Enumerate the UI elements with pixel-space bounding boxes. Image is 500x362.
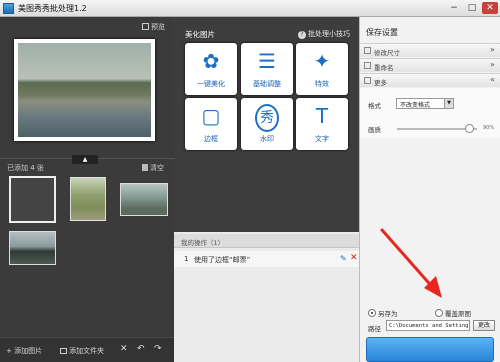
save-as-option[interactable]: 另存为 bbox=[368, 308, 398, 318]
quality-label: 画质 bbox=[368, 126, 381, 134]
minimize-button[interactable]: − bbox=[446, 2, 462, 14]
magic-wand-icon: ✦ bbox=[313, 49, 331, 73]
added-count-label: 已添加 4 张 bbox=[7, 164, 44, 172]
quality-value: 90% bbox=[483, 125, 495, 131]
radio-unselected[interactable] bbox=[435, 309, 443, 317]
rotate-left-button[interactable]: ↶ bbox=[137, 344, 145, 354]
preview-image-frame bbox=[14, 39, 155, 141]
close-button[interactable]: ✕ bbox=[482, 2, 498, 14]
operation-number: 1 bbox=[184, 255, 189, 263]
resize-icon bbox=[364, 47, 371, 54]
edit-icon[interactable]: ✎ bbox=[340, 254, 347, 263]
preview-label: 预览 bbox=[151, 23, 165, 31]
add-folder-label: 添加文件夹 bbox=[69, 347, 104, 355]
format-value: 不改变格式 bbox=[400, 102, 431, 109]
folder-icon bbox=[60, 348, 67, 354]
app-logo-icon bbox=[3, 3, 14, 14]
one-click-beautify-button[interactable]: ✿ 一键美化 bbox=[185, 43, 237, 95]
thumbnail[interactable] bbox=[9, 231, 56, 265]
rotate-right-button[interactable]: ↷ bbox=[154, 344, 162, 354]
save-settings-title: 保存设置 bbox=[366, 28, 398, 37]
beautify-title: 美化图片 bbox=[185, 30, 215, 39]
watermark-button[interactable]: 秀 水印 bbox=[241, 98, 293, 150]
tips-label: 批处理小技巧 bbox=[308, 30, 350, 38]
image-list-panel: 预览 ▲ 已添加 4 张 清空 + 添加图片 添加文件夹 ✕ ↶ ↷ bbox=[0, 17, 174, 362]
plus-icon: + bbox=[6, 347, 15, 355]
format-select[interactable]: 不改变格式 ▼ bbox=[396, 98, 454, 109]
tile-label: 特效 bbox=[315, 80, 329, 88]
more-options: 格式 不改变格式 ▼ 画质 90% bbox=[360, 88, 500, 138]
delete-icon[interactable]: ✕ bbox=[350, 253, 358, 263]
tips-link[interactable]: ? 批处理小技巧 bbox=[298, 29, 350, 39]
text-button[interactable]: T 文字 bbox=[296, 98, 348, 150]
text-icon: T bbox=[315, 104, 329, 128]
beautify-tools: 美化图片 ? 批处理小技巧 ✿ 一键美化 ☰ 基础调整 ✦ 特效 ▢ 边框 秀 水… bbox=[174, 17, 359, 232]
section-label: 修改尺寸 bbox=[374, 49, 400, 57]
chevron-icon: » bbox=[490, 45, 495, 54]
title-bar: 美图秀秀批处理1.2 − □ ✕ bbox=[0, 0, 500, 17]
clear-label: 清空 bbox=[150, 164, 164, 172]
thumbnail[interactable] bbox=[70, 177, 106, 221]
path-label: 路径 bbox=[368, 325, 381, 333]
add-folder-button[interactable]: 添加文件夹 bbox=[60, 346, 104, 356]
more-icon bbox=[364, 77, 371, 84]
rename-icon bbox=[364, 62, 371, 69]
operations-header: 我的操作（1） bbox=[174, 234, 359, 248]
collapse-preview-button[interactable]: ▲ bbox=[72, 155, 98, 164]
tile-label: 文字 bbox=[315, 135, 329, 143]
chevron-icon: » bbox=[490, 60, 495, 69]
save-settings-panel: 保存设置 修改尺寸 » 重命名 » 更多 « 格式 不改变格式 ▼ 画质 90%… bbox=[359, 17, 500, 362]
thumbnail[interactable] bbox=[120, 183, 168, 216]
change-path-button[interactable]: 更改 bbox=[473, 320, 495, 331]
more-section[interactable]: 更多 « bbox=[360, 73, 500, 87]
left-footer-toolbar: + 添加图片 添加文件夹 ✕ ↶ ↷ bbox=[0, 337, 174, 362]
save-as-label: 另存为 bbox=[378, 310, 398, 318]
window-title: 美图秀秀批处理1.2 bbox=[18, 4, 87, 13]
trash-icon bbox=[142, 164, 148, 171]
delete-image-button[interactable]: ✕ bbox=[120, 344, 128, 354]
flower-icon: ✿ bbox=[202, 49, 220, 73]
frame-icon: ▢ bbox=[201, 104, 221, 128]
overwrite-label: 覆盖原图 bbox=[445, 310, 471, 318]
beautify-panel: 美化图片 ? 批处理小技巧 ✿ 一键美化 ☰ 基础调整 ✦ 特效 ▢ 边框 秀 水… bbox=[174, 17, 359, 362]
chevron-icon: « bbox=[490, 75, 495, 84]
quality-slider-handle[interactable] bbox=[464, 124, 474, 133]
effects-button[interactable]: ✦ 特效 bbox=[296, 43, 348, 95]
tile-label: 一键美化 bbox=[197, 80, 225, 88]
clear-button[interactable]: 清空 bbox=[142, 163, 164, 173]
tile-label: 边框 bbox=[204, 135, 218, 143]
preview-icon bbox=[142, 23, 149, 30]
path-input[interactable]: C:\Documents and Settings\ bbox=[386, 320, 470, 331]
resize-section[interactable]: 修改尺寸 » bbox=[360, 43, 500, 57]
watermark-icon: 秀 bbox=[255, 104, 279, 132]
sliders-icon: ☰ bbox=[258, 49, 276, 73]
maximize-button[interactable]: □ bbox=[464, 2, 480, 14]
frame-button[interactable]: ▢ 边框 bbox=[185, 98, 237, 150]
section-label: 更多 bbox=[374, 79, 387, 87]
annotation-arrow bbox=[380, 228, 442, 298]
chevron-down-icon: ▼ bbox=[444, 99, 453, 108]
format-label: 格式 bbox=[368, 102, 381, 110]
add-image-label: 添加图片 bbox=[14, 347, 43, 355]
help-icon: ? bbox=[298, 31, 306, 39]
operation-row[interactable]: 1 使用了边框“邮票” ✎ ✕ bbox=[174, 251, 359, 267]
overwrite-option[interactable]: 覆盖原图 bbox=[435, 308, 471, 318]
thumbnail-selected[interactable] bbox=[9, 176, 56, 223]
add-image-button[interactable]: + 添加图片 bbox=[6, 346, 42, 356]
basic-adjust-button[interactable]: ☰ 基础调整 bbox=[241, 43, 293, 95]
save-button[interactable] bbox=[366, 337, 494, 362]
tile-label: 水印 bbox=[260, 135, 274, 143]
annotation-arrow-shaft bbox=[380, 228, 437, 292]
operation-text: 使用了边框“邮票” bbox=[194, 256, 251, 264]
rename-section[interactable]: 重命名 » bbox=[360, 58, 500, 72]
tile-label: 基础调整 bbox=[253, 80, 281, 88]
section-label: 重命名 bbox=[374, 64, 394, 72]
preview-image bbox=[18, 43, 151, 137]
radio-selected[interactable] bbox=[368, 309, 376, 317]
preview-button[interactable]: 预览 bbox=[142, 22, 165, 32]
